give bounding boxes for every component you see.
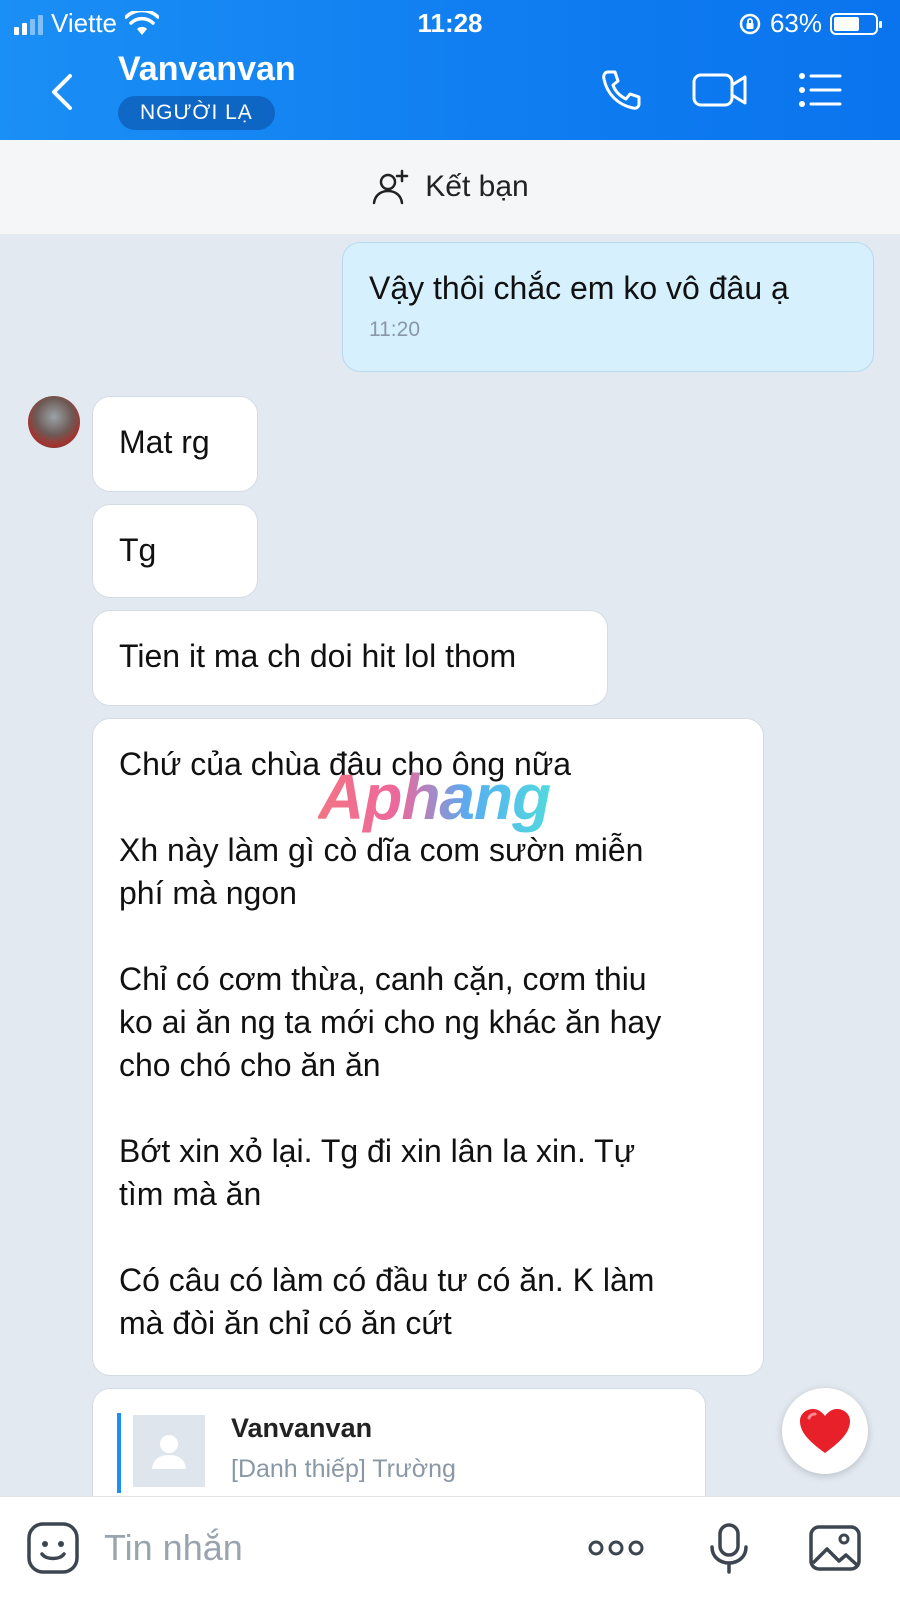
add-friend-button[interactable]: Kết bạn — [0, 140, 900, 234]
contact-name[interactable]: Vanvanvan — [118, 50, 296, 89]
message-text-line: tìm mà ăn — [119, 1176, 262, 1212]
heart-reaction-button[interactable] — [782, 1388, 868, 1474]
stranger-badge: NGƯỜI LẠ — [118, 96, 275, 130]
message-text-line: Chỉ có cơm thừa, canh cặn, cơm thiu — [119, 961, 647, 997]
chat-header: Viette 11:28 63% Vanvanvan NGƯỜI LẠ — [0, 0, 900, 140]
message-text-line: cho chó cho ăn ăn — [119, 1047, 381, 1083]
message-bubble-received[interactable]: Tien it ma ch doi hit lol thom — [92, 610, 608, 706]
message-text-line: Bớt xin xỏ lại. Tg đi xin lân la xin. Tự — [119, 1133, 636, 1169]
battery-percent: 63% — [769, 8, 822, 38]
watermark-logo: Aphang — [318, 761, 551, 833]
message-text: Tg — [119, 532, 157, 568]
message-text: Tien it ma ch doi hit lol thom — [119, 638, 517, 674]
message-input[interactable]: Tin nhắn — [104, 1527, 243, 1569]
sticker-emoji-icon[interactable] — [24, 1519, 82, 1577]
phone-call-icon[interactable] — [596, 64, 648, 116]
card-subtitle: [Danh thiếp] Trường — [231, 1455, 456, 1483]
message-time: 11:20 — [369, 318, 420, 341]
add-person-icon — [373, 169, 409, 205]
contact-placeholder-icon — [133, 1415, 205, 1487]
message-text: Vậy thôi chắc em ko vô đâu ạ — [369, 270, 789, 306]
message-text-line: phí mà ngon — [119, 875, 297, 911]
message-bubble-received[interactable]: Mat rg — [92, 396, 258, 492]
contact-card-message[interactable]: Vanvanvan [Danh thiếp] Trường — [92, 1388, 706, 1508]
status-right: 63% — [738, 8, 882, 39]
message-text-line: Có câu có làm có đầu tư có ăn. K làm — [119, 1262, 655, 1298]
avatar[interactable] — [28, 396, 80, 448]
message-bubble-received[interactable]: Tg — [92, 504, 258, 598]
image-gallery-icon[interactable] — [806, 1519, 864, 1577]
message-input-bar: Tin nhắn — [0, 1496, 900, 1600]
battery-icon — [830, 12, 882, 35]
orientation-lock-icon — [739, 13, 761, 34]
more-options-icon[interactable] — [586, 1519, 646, 1577]
card-accent-bar — [117, 1413, 121, 1493]
video-call-icon[interactable] — [690, 64, 750, 116]
back-chevron-icon[interactable] — [44, 70, 84, 114]
message-text-line: Xh này làm gì cò dĩa com sườn miễn — [119, 832, 644, 868]
microphone-icon[interactable] — [700, 1519, 758, 1577]
status-bar: Viette 11:28 63% — [0, 0, 900, 44]
message-bubble-sent[interactable]: Vậy thôi chắc em ko vô đâu ạ 11:20 — [342, 242, 874, 372]
menu-list-icon[interactable] — [794, 64, 846, 116]
card-contact-name: Vanvanvan — [231, 1413, 373, 1443]
message-text-line: mà đòi ăn chỉ có ăn cứt — [119, 1305, 452, 1341]
message-text: Mat rg — [119, 424, 210, 460]
heart-icon — [800, 1409, 850, 1453]
message-text-line: ko ai ăn ng ta mới cho ng khác ăn hay — [119, 1004, 662, 1040]
add-friend-label: Kết bạn — [425, 170, 529, 203]
